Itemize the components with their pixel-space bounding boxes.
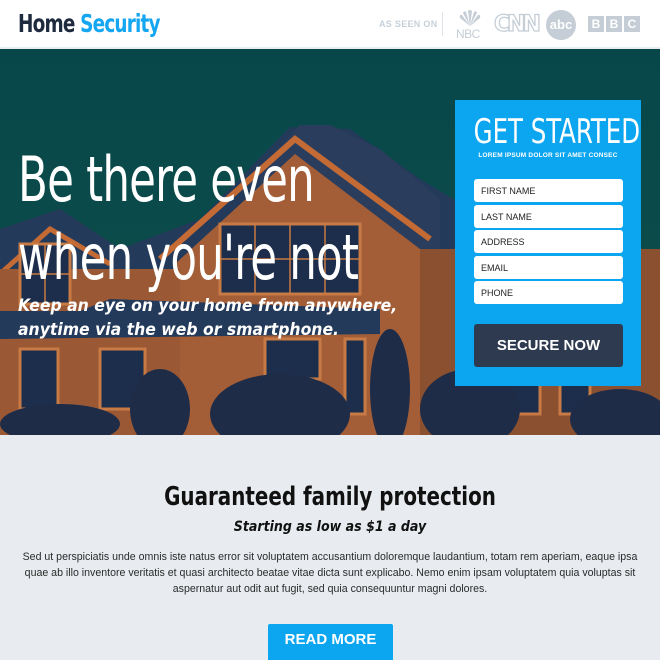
protection-section: Guaranteed family protection Starting as… (0, 435, 660, 660)
first-name-field[interactable] (474, 179, 623, 202)
form-title: GET STARTED (473, 112, 641, 152)
bbc-letter: B (588, 16, 604, 32)
bbc-logo-icon: B B C (588, 16, 640, 32)
hero-headline-line: when you're not (18, 221, 359, 294)
phone-field[interactable] (474, 281, 623, 304)
last-name-field[interactable] (474, 205, 623, 228)
logo-word-security: Security (80, 9, 160, 38)
as-seen-on-label: AS SEEN ON (379, 19, 438, 29)
section-body-text: Sed ut perspiciatis unde omnis iste natu… (22, 551, 638, 595)
nbc-peacock-icon (459, 10, 481, 26)
signup-form-panel: GET STARTED LOREM IPSUM DOLOR SIT AMET C… (455, 100, 641, 386)
abc-logo-icon: abc (546, 10, 576, 40)
hero-subline-line: anytime via the web or smartphone. (18, 320, 340, 340)
header-divider (442, 12, 443, 36)
bbc-letter: C (624, 16, 640, 32)
hero-subline: Keep an eye on your home from anywhere, … (18, 294, 397, 342)
read-more-button[interactable]: READ MORE (268, 624, 393, 660)
section-title: Guaranteed family protection (164, 482, 496, 512)
site-header: Home Security AS SEEN ON NBC CNN abc B B… (0, 0, 660, 48)
email-field[interactable] (474, 256, 623, 279)
hero-headline: Be there even when you're not (18, 141, 359, 297)
nbc-text: NBC (456, 27, 480, 41)
hero-subline-line: Keep an eye on your home from anywhere, (18, 296, 398, 316)
hero-headline-line: Be there even (18, 143, 315, 216)
site-logo[interactable]: Home Security (18, 9, 161, 38)
logo-word-home: Home (18, 9, 75, 38)
secure-now-button[interactable]: SECURE NOW (474, 324, 623, 367)
nbc-logo-icon: NBC (456, 10, 484, 41)
section-subtitle: Starting as low as $1 a day (233, 519, 427, 535)
bbc-letter: B (606, 16, 622, 32)
address-field[interactable] (474, 230, 623, 253)
form-subtitle: LOREM IPSUM DOLOR SIT AMET CONSEC (478, 152, 618, 159)
cnn-logo-icon: CNN (493, 11, 541, 37)
